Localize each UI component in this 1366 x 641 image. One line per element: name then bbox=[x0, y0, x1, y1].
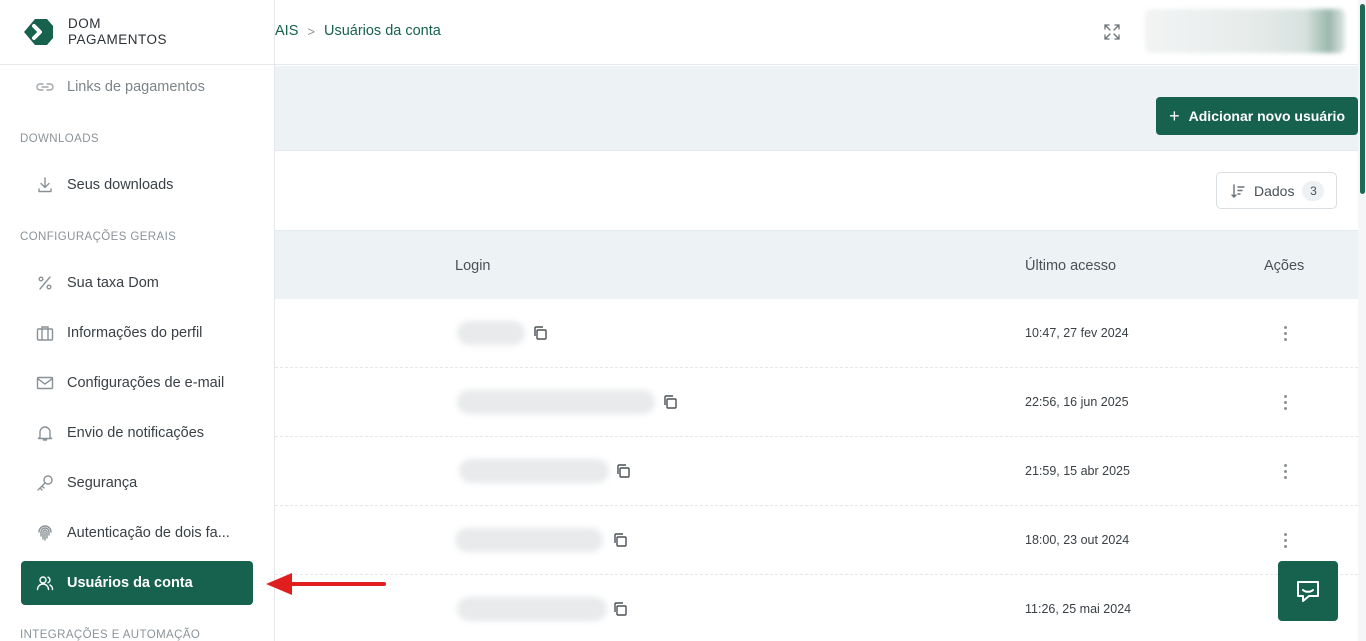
copy-icon[interactable] bbox=[612, 532, 628, 548]
column-header-login: Login bbox=[455, 258, 491, 274]
sidebar-item-label: Segurança bbox=[67, 475, 138, 491]
sidebar-item-links-de-pagamentos[interactable]: Links de pagamentos bbox=[0, 65, 274, 109]
sidebar-item-configuracoes-de-email[interactable]: Configurações de e-mail bbox=[21, 361, 253, 405]
login-value-redacted bbox=[457, 321, 525, 345]
page-scrollbar[interactable] bbox=[1358, 0, 1366, 641]
copy-icon[interactable] bbox=[662, 394, 678, 410]
mail-icon bbox=[35, 373, 55, 393]
table-row: 21:59, 15 abr 2025 bbox=[275, 437, 1358, 506]
top-header: AIS > Usuários da conta bbox=[275, 0, 1366, 65]
login-value-redacted bbox=[457, 390, 655, 414]
table-row: 18:00, 23 out 2024 bbox=[275, 506, 1358, 575]
brand-name: DOM PAGAMENTOS bbox=[68, 16, 167, 48]
page-toolbar: + Adicionar novo usuário bbox=[275, 66, 1358, 151]
sidebar-item-label: Seus downloads bbox=[67, 177, 174, 193]
scrollbar-thumb[interactable] bbox=[1360, 4, 1365, 194]
chat-support-button[interactable] bbox=[1278, 561, 1338, 621]
bell-icon bbox=[35, 423, 55, 443]
sidebar-item-sua-taxa-dom[interactable]: Sua taxa Dom bbox=[21, 261, 253, 305]
percent-icon bbox=[35, 273, 55, 293]
sidebar-item-seus-downloads[interactable]: Seus downloads bbox=[21, 163, 253, 207]
sidebar-item-usuarios-da-conta[interactable]: Usuários da conta bbox=[21, 561, 253, 605]
sidebar-item-label: Configurações de e-mail bbox=[67, 375, 225, 391]
copy-icon[interactable] bbox=[532, 325, 548, 341]
annotation-arrow-icon bbox=[266, 573, 386, 595]
row-actions-menu-icon[interactable] bbox=[1275, 461, 1295, 481]
last-access-value: 11:26, 25 mai 2024 bbox=[1025, 602, 1132, 616]
dom-logo-icon bbox=[24, 19, 53, 45]
row-actions-menu-icon[interactable] bbox=[1275, 323, 1295, 343]
download-icon bbox=[35, 175, 55, 195]
brand-line-1: DOM bbox=[68, 16, 101, 31]
row-actions-menu-icon[interactable] bbox=[1275, 392, 1295, 412]
login-value-redacted bbox=[455, 528, 603, 552]
table-header: Login Último acesso Ações bbox=[275, 230, 1358, 299]
breadcrumb-separator: > bbox=[307, 23, 315, 39]
table-row: 22:56, 16 jun 2025 bbox=[275, 368, 1358, 437]
section-label-integracoes: INTEGRAÇÕES E AUTOMAÇÃO bbox=[20, 629, 201, 641]
section-label-configuracoes-gerais: CONFIGURAÇÕES GERAIS bbox=[20, 231, 177, 243]
dados-count-badge: 3 bbox=[1302, 180, 1325, 201]
sidebar: DOM PAGAMENTOS Links de pagamentos DOWNL… bbox=[0, 0, 275, 641]
sidebar-item-label: Usuários da conta bbox=[67, 575, 193, 591]
sidebar-item-seguranca[interactable]: Segurança bbox=[21, 461, 253, 505]
fingerprint-icon bbox=[35, 523, 55, 543]
login-value-redacted bbox=[459, 459, 609, 483]
row-actions-menu-icon[interactable] bbox=[1275, 530, 1295, 550]
sidebar-item-autenticacao-dois-fatores[interactable]: Autenticação de dois fa... bbox=[21, 511, 253, 555]
brand[interactable]: DOM PAGAMENTOS bbox=[0, 0, 274, 65]
last-access-value: 21:59, 15 abr 2025 bbox=[1025, 464, 1130, 478]
brand-line-2: PAGAMENTOS bbox=[68, 32, 168, 47]
sidebar-item-label: Links de pagamentos bbox=[67, 79, 205, 95]
login-value-redacted bbox=[457, 597, 607, 621]
breadcrumb: AIS > Usuários da conta bbox=[275, 23, 441, 39]
add-user-button[interactable]: + Adicionar novo usuário bbox=[1156, 97, 1358, 135]
sidebar-item-envio-de-notificacoes[interactable]: Envio de notificações bbox=[21, 411, 253, 455]
breadcrumb-current: Usuários da conta bbox=[323, 23, 441, 39]
table-row: 11:26, 25 mai 2024 bbox=[275, 575, 1358, 641]
key-icon bbox=[35, 473, 55, 493]
sidebar-item-label: Autenticação de dois fa... bbox=[67, 525, 230, 541]
section-label-downloads: DOWNLOADS bbox=[20, 133, 99, 145]
copy-icon[interactable] bbox=[612, 601, 628, 617]
add-user-label: Adicionar novo usuário bbox=[1188, 108, 1345, 124]
last-access-value: 18:00, 23 out 2024 bbox=[1025, 533, 1130, 547]
chat-icon bbox=[1297, 581, 1319, 602]
sidebar-item-label: Envio de notificações bbox=[67, 425, 205, 441]
copy-icon[interactable] bbox=[615, 463, 631, 479]
column-header-ultimo-acesso: Último acesso bbox=[1025, 258, 1117, 274]
link-icon bbox=[36, 83, 54, 91]
fullscreen-icon[interactable] bbox=[1103, 23, 1121, 41]
user-account-chip[interactable] bbox=[1145, 9, 1345, 53]
plus-icon: + bbox=[1169, 106, 1180, 126]
table-row: 10:47, 27 fev 2024 bbox=[275, 299, 1358, 368]
users-icon bbox=[35, 573, 55, 593]
breadcrumb-parent[interactable]: AIS bbox=[275, 23, 298, 39]
sort-icon bbox=[1231, 183, 1245, 198]
dados-label: Dados bbox=[1254, 182, 1295, 199]
filter-row: Dados 3 bbox=[275, 151, 1358, 230]
sidebar-item-label: Sua taxa Dom bbox=[67, 275, 159, 291]
dados-sort-button[interactable]: Dados 3 bbox=[1216, 172, 1337, 209]
sidebar-item-informacoes-do-perfil[interactable]: Informações do perfil bbox=[21, 311, 253, 355]
sidebar-item-label: Informações do perfil bbox=[67, 325, 203, 341]
briefcase-icon bbox=[35, 323, 55, 343]
last-access-value: 22:56, 16 jun 2025 bbox=[1025, 395, 1129, 409]
last-access-value: 10:47, 27 fev 2024 bbox=[1025, 326, 1129, 340]
column-header-acoes: Ações bbox=[1264, 258, 1305, 274]
